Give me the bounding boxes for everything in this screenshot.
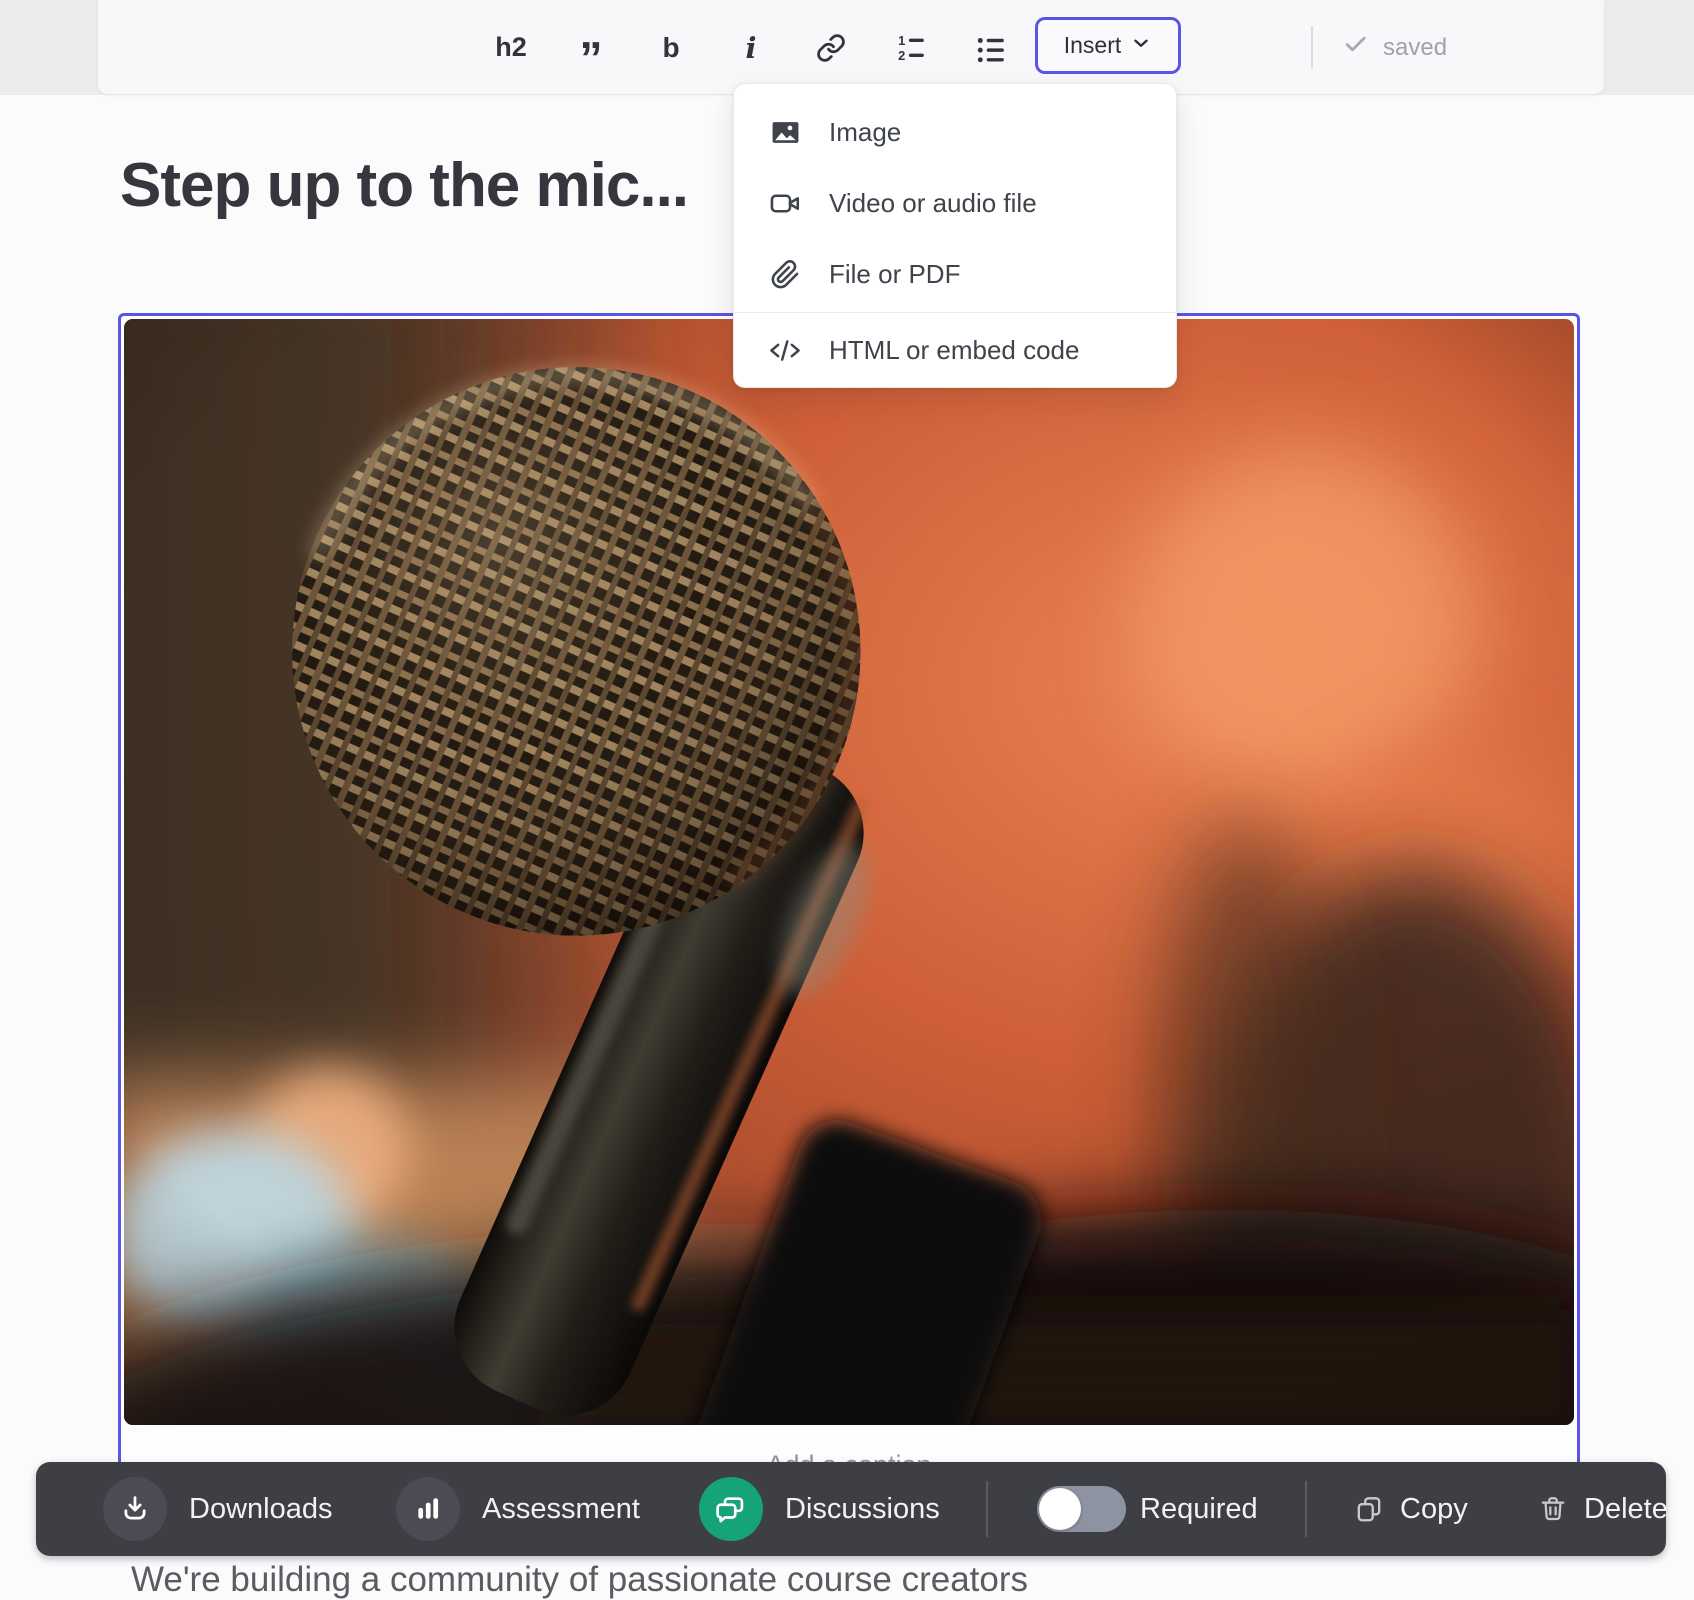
link-icon (816, 33, 846, 63)
menu-item-html-embed[interactable]: HTML or embed code (734, 315, 1176, 386)
paperclip-icon (768, 258, 802, 292)
bar-divider (986, 1481, 988, 1537)
menu-item-image[interactable]: Image (734, 97, 1176, 168)
heading2-button[interactable]: h2 (486, 21, 536, 75)
bullet-list-icon (976, 33, 1006, 63)
menu-item-label: File or PDF (829, 259, 960, 290)
insert-button[interactable]: Insert (1035, 17, 1181, 74)
code-icon (768, 334, 802, 368)
delete-button[interactable]: Delete (1538, 1462, 1668, 1556)
insert-button-label: Insert (1064, 32, 1122, 59)
copy-label: Copy (1400, 1493, 1468, 1526)
menu-item-video-audio[interactable]: Video or audio file (734, 168, 1176, 239)
video-icon (768, 187, 802, 221)
assessment-button[interactable]: Assessment (396, 1462, 640, 1556)
link-button[interactable] (806, 21, 856, 75)
assessment-label: Assessment (482, 1493, 640, 1526)
ordered-list-icon: 1 2 (896, 33, 926, 63)
blockquote-button[interactable]: ” (566, 31, 616, 85)
delete-label: Delete (1584, 1493, 1668, 1526)
italic-button[interactable]: i (726, 21, 776, 75)
menu-item-file-pdf[interactable]: File or PDF (734, 239, 1176, 310)
menu-divider (734, 312, 1176, 313)
bar-chart-icon (396, 1477, 460, 1541)
toolbar-divider (1311, 26, 1313, 68)
menu-item-label: Video or audio file (829, 188, 1037, 219)
discussions-button[interactable]: Discussions (699, 1462, 940, 1556)
required-label: Required (1140, 1462, 1258, 1556)
discussions-label: Discussions (785, 1493, 940, 1526)
menu-item-label: HTML or embed code (829, 335, 1079, 366)
downloads-button[interactable]: Downloads (103, 1462, 332, 1556)
bar-divider (1305, 1481, 1307, 1537)
microphone-photo-art (124, 319, 1574, 1425)
copy-button[interactable]: Copy (1354, 1462, 1468, 1556)
bullet-list-button[interactable] (966, 21, 1016, 75)
save-status: saved (1342, 0, 1447, 95)
required-toggle[interactable] (1037, 1486, 1126, 1532)
trash-icon (1538, 1494, 1568, 1524)
microphone-photo[interactable] (124, 319, 1574, 1425)
svg-text:2: 2 (898, 47, 905, 62)
insert-menu: Image Video or audio file File or PDF (733, 83, 1177, 388)
block-settings-bar: Downloads Assessment Discussions Require… (36, 1462, 1666, 1556)
toolbar-panel: h2 ” b i 1 2 (98, 0, 1604, 95)
menu-item-label: Image (829, 117, 901, 148)
image-block-selected[interactable]: Add a caption (118, 313, 1580, 1473)
chat-icon (699, 1477, 763, 1541)
ordered-list-button[interactable]: 1 2 (886, 21, 936, 75)
copy-icon (1354, 1494, 1384, 1524)
downloads-label: Downloads (189, 1493, 332, 1526)
bold-button[interactable]: b (646, 21, 696, 75)
download-icon (103, 1477, 167, 1541)
check-icon (1342, 30, 1370, 65)
chevron-down-icon (1130, 32, 1152, 60)
editor-toolbar: h2 ” b i 1 2 (0, 0, 1694, 95)
body-paragraph[interactable]: We're building a community of passionate… (131, 1560, 1631, 1600)
toggle-knob (1039, 1488, 1081, 1530)
image-icon (768, 116, 802, 150)
svg-text:1: 1 (898, 33, 905, 48)
save-status-label: saved (1383, 34, 1447, 62)
